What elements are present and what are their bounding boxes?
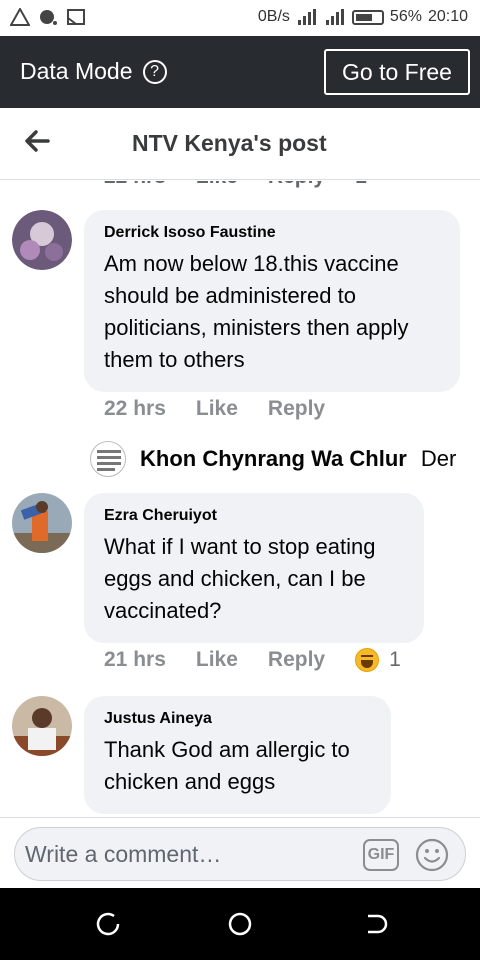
data-mode-label-group: Data Mode ? [20, 58, 167, 85]
like-link[interactable]: Like [196, 648, 238, 672]
like-link[interactable]: Like [196, 397, 238, 421]
comment-input[interactable] [25, 834, 355, 874]
avatar-image [12, 696, 72, 756]
recents-icon[interactable] [94, 910, 122, 938]
comment-bubble[interactable]: Ezra Cheruiyot What if I want to stop ea… [84, 493, 424, 643]
system-nav-bar [0, 888, 480, 960]
like-link[interactable]: Like [196, 181, 238, 189]
status-icons-right: 0B/s 56% 20:10 [258, 8, 468, 26]
avatar-image [12, 210, 72, 270]
comment-input-wrapper[interactable]: GIF [14, 827, 466, 881]
go-to-free-button[interactable]: Go to Free [324, 49, 470, 95]
comment-author[interactable]: Ezra Cheruiyot [104, 507, 404, 525]
battery-percent: 56% [389, 8, 422, 25]
reply-link[interactable]: Reply [268, 648, 325, 672]
reply-link[interactable]: Reply [268, 181, 325, 189]
battery-icon [351, 9, 384, 25]
reply-avatar [90, 441, 126, 477]
comment-text: What if I want to stop eating eggs and c… [104, 534, 376, 623]
reaction-count: 1 [355, 181, 367, 189]
comment-actions: 21 hrs Like Reply 1 [104, 648, 401, 672]
status-icons-left [10, 8, 86, 26]
avatar[interactable] [12, 210, 72, 270]
partial-comment-actions: 22 hrs Like Reply 1 [104, 181, 367, 189]
comments-feed[interactable]: 22 hrs Like Reply 1 Derrick Isoso Fausti… [0, 181, 480, 817]
comment-author[interactable]: Justus Aineya [104, 710, 371, 728]
comment-text: Am now below 18.this vaccine should be a… [104, 251, 409, 372]
emoji-icon[interactable] [415, 838, 449, 872]
comment-time: 21 hrs [104, 648, 166, 671]
help-icon[interactable]: ? [142, 59, 167, 84]
comment-bubble[interactable]: Derrick Isoso Faustine Am now below 18.t… [84, 210, 460, 392]
gif-button[interactable]: GIF [363, 839, 399, 871]
reaction-count: 1 [389, 648, 401, 671]
comment-text: Thank God am allergic to chicken and egg… [104, 737, 350, 794]
warning-icon [10, 8, 30, 26]
reaction-summary[interactable]: 1 [355, 648, 401, 672]
data-mode-bar: Data Mode ? Go to Free [0, 36, 480, 108]
post-header: NTV Kenya's post [0, 108, 480, 180]
back-arrow-icon[interactable] [22, 126, 52, 156]
avatar-image [12, 493, 72, 553]
comment-time: 22 hrs [104, 181, 166, 189]
signal-icon [324, 9, 346, 25]
reply-snippet: Der [420, 446, 457, 471]
home-icon[interactable] [226, 910, 254, 938]
comment-actions: 22 hrs Like Reply [104, 397, 325, 421]
comment-composer: GIF [0, 817, 480, 888]
status-bar: 0B/s 56% 20:10 [0, 0, 480, 36]
comment-author[interactable]: Derrick Isoso Faustine [104, 224, 440, 242]
messenger-icon [40, 10, 57, 25]
page-title: NTV Kenya's post [132, 130, 327, 156]
avatar[interactable] [12, 696, 72, 756]
reply-preview[interactable]: Khon Chynrang Wa Chlur Der [90, 441, 456, 477]
clock: 20:10 [427, 8, 468, 25]
cast-icon [67, 9, 85, 25]
comment-bubble[interactable]: Justus Aineya Thank God am allergic to c… [84, 696, 391, 814]
reply-author[interactable]: Khon Chynrang Wa Chlur [140, 446, 407, 472]
haha-icon [355, 648, 380, 672]
signal-icon [296, 9, 318, 25]
back-icon[interactable] [360, 910, 388, 938]
avatar[interactable] [12, 493, 72, 553]
data-mode-label: Data Mode [20, 58, 133, 84]
network-speed: 0B/s [257, 8, 290, 25]
comment-time: 22 hrs [104, 397, 166, 420]
reply-link[interactable]: Reply [268, 397, 325, 421]
